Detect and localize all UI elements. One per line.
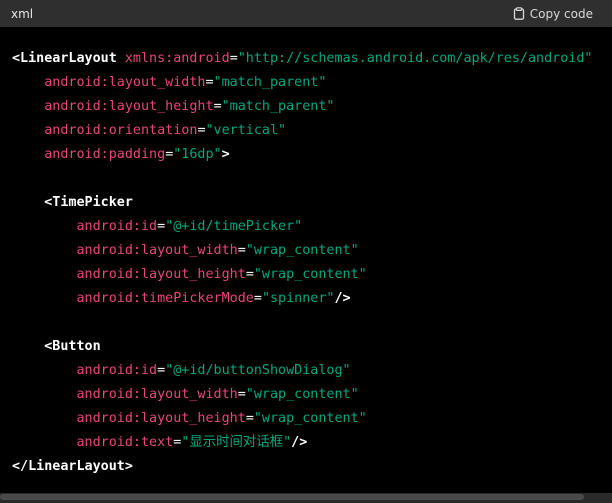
code-string: "vertical" xyxy=(205,123,287,138)
code-attribute: xmlns:android xyxy=(124,51,230,66)
code-attribute: android:layout_width xyxy=(44,75,206,90)
code-punct: = xyxy=(253,291,262,306)
code-tag: </LinearLayout> xyxy=(12,459,133,474)
horizontal-scrollbar-thumb[interactable] xyxy=(0,494,584,500)
code-area[interactable]: <LinearLayout xmlns:android="http://sche… xyxy=(0,27,612,493)
code-punct: = xyxy=(213,99,222,114)
code-string: "http://schemas.android.com/apk/res/andr… xyxy=(237,51,593,66)
code-attribute: android:text xyxy=(76,435,174,450)
language-label: xml xyxy=(11,6,34,21)
code-string: "16dp" xyxy=(173,147,222,162)
code-block-header: xml Copy code xyxy=(0,0,612,27)
code-punct: = xyxy=(205,75,214,90)
code-punct: = xyxy=(245,411,254,426)
clipboard-icon xyxy=(513,7,524,20)
code-tag: <TimePicker xyxy=(44,195,133,210)
code-attribute: android:layout_height xyxy=(44,99,214,114)
code-string: "wrap_content" xyxy=(253,411,367,426)
code-attribute: android:id xyxy=(76,219,158,234)
code-punct: /> xyxy=(334,291,351,306)
code-content: <LinearLayout xmlns:android="http://sche… xyxy=(12,47,592,479)
code-attribute: android:timePickerMode xyxy=(76,291,254,306)
code-attribute: android:layout_width xyxy=(76,387,238,402)
code-punct: = xyxy=(237,243,246,258)
code-punct: = xyxy=(157,219,166,234)
code-attribute: android:padding xyxy=(44,147,166,162)
code-punct: = xyxy=(197,123,206,138)
code-attribute: android:id xyxy=(76,363,158,378)
code-string: "显示时间对话框" xyxy=(181,435,292,450)
copy-code-button[interactable]: Copy code xyxy=(513,7,593,21)
code-attribute: android:layout_height xyxy=(76,411,246,426)
code-attribute: android:orientation xyxy=(44,123,198,138)
code-string: "spinner" xyxy=(261,291,335,306)
code-string: "@+id/timePicker" xyxy=(165,219,303,234)
code-string: "@+id/buttonShowDialog" xyxy=(165,363,351,378)
copy-code-label: Copy code xyxy=(529,6,593,21)
code-attribute: android:layout_height xyxy=(76,267,246,282)
code-punct: = xyxy=(237,387,246,402)
code-tag: <Button xyxy=(44,339,101,354)
code-attribute: android:layout_width xyxy=(76,243,238,258)
code-string: "match_parent" xyxy=(213,75,327,90)
code-punct: > xyxy=(221,147,230,162)
code-string: "wrap_content" xyxy=(245,243,359,258)
code-punct: = xyxy=(245,267,254,282)
code-punct: = xyxy=(229,51,238,66)
code-string: "match_parent" xyxy=(221,99,335,114)
code-string: "wrap_content" xyxy=(245,387,359,402)
code-string: "wrap_content" xyxy=(253,267,367,282)
code-punct: /> xyxy=(291,435,308,450)
code-tag: <LinearLayout xyxy=(12,51,117,66)
code-punct: = xyxy=(157,363,166,378)
